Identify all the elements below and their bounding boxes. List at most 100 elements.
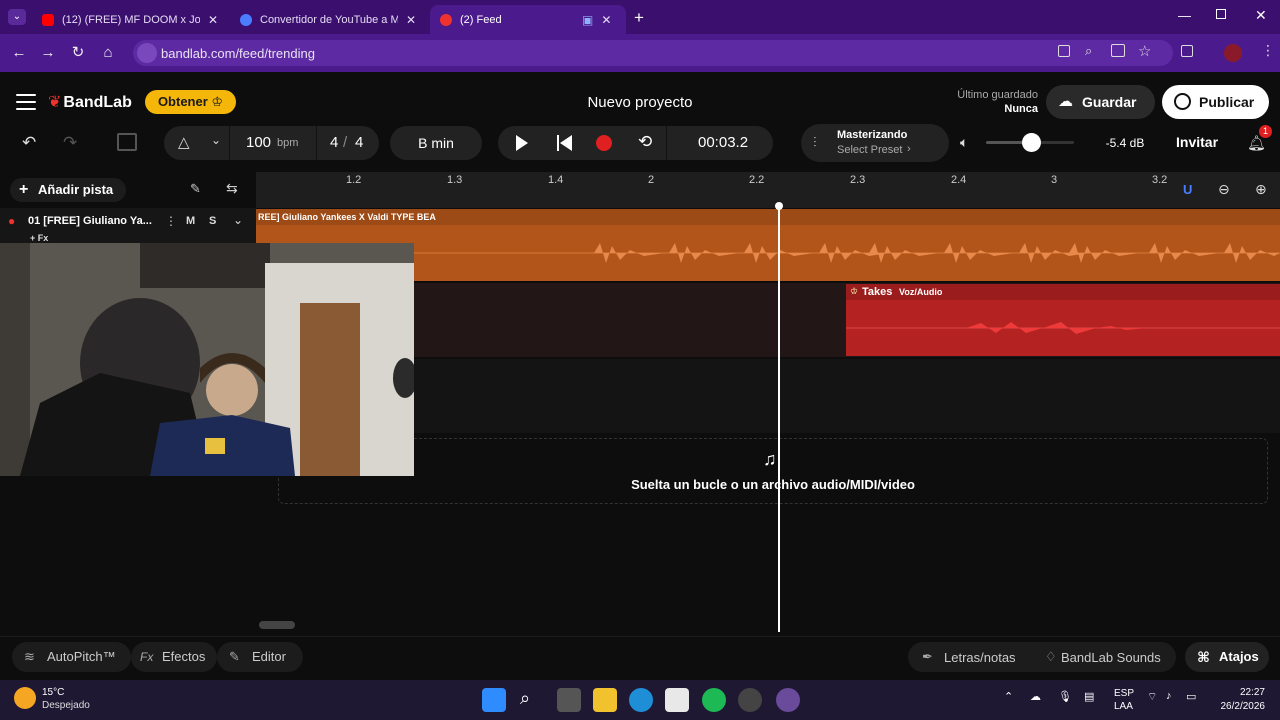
bookmark-star-icon[interactable]: ☆ — [1138, 42, 1151, 60]
chrome-icon[interactable] — [776, 688, 800, 712]
language-indicator[interactable]: ESP — [1114, 688, 1134, 699]
windows-start-icon[interactable] — [482, 688, 506, 712]
volume-tray-icon[interactable]: ♪ — [1166, 690, 1172, 702]
tab-bandlab-feed[interactable]: (2) Feed ▣ ✕ — [430, 5, 626, 34]
speaker-icon[interactable]: 🔈︎ — [960, 134, 968, 151]
reload-icon[interactable]: ↻ — [67, 42, 89, 64]
profile-avatar[interactable] — [1224, 44, 1242, 62]
loop-icon[interactable]: ⟲ — [638, 132, 652, 152]
skip-back-icon[interactable] — [557, 135, 559, 151]
divider — [666, 126, 667, 160]
edge-icon[interactable] — [629, 688, 653, 712]
track-lane-3[interactable] — [414, 359, 1280, 433]
bandlab-logo[interactable]: ❦ BandLab — [48, 92, 132, 112]
undo-icon[interactable]: ↶ — [22, 133, 36, 153]
drop-zone[interactable] — [278, 438, 1268, 504]
bandlab-sounds-button[interactable]: BandLab Sounds — [1061, 650, 1161, 665]
atajos-button[interactable]: ⌘ Atajos — [1185, 642, 1269, 672]
playhead-handle[interactable] — [775, 202, 783, 210]
reader-mode-icon[interactable] — [1058, 45, 1070, 57]
maximize-button[interactable] — [1216, 9, 1226, 19]
tab-converter[interactable]: Convertidor de YouTube a MP3 ✕ — [230, 5, 426, 34]
track-name[interactable]: 01 [FREE] Giuliano Ya... — [28, 215, 158, 227]
bpm-value[interactable]: 100 — [246, 134, 271, 151]
play-icon[interactable] — [516, 135, 528, 151]
url-text[interactable]: bandlab.com/feed/trending — [161, 46, 315, 61]
notification-badge: 1 — [1259, 125, 1272, 138]
track-menu-icon[interactable]: ⋮ — [165, 214, 177, 228]
add-fx-button[interactable]: + Fx — [30, 233, 48, 243]
volume-knob[interactable] — [1022, 133, 1041, 152]
close-icon[interactable]: ✕ — [208, 13, 218, 27]
letras-button[interactable]: Letras/notas — [944, 650, 1016, 665]
menu-kebab-icon[interactable]: ⋮ — [1261, 42, 1275, 59]
display-icon[interactable]: ▤ — [1084, 690, 1094, 703]
playhead[interactable] — [778, 206, 780, 632]
close-icon[interactable]: ✕ — [406, 13, 416, 27]
tab-youtube[interactable]: (12) (FREE) MF DOOM x Joey Ba ✕ — [32, 5, 228, 34]
install-app-icon[interactable] — [1111, 44, 1125, 57]
forward-icon[interactable]: → — [37, 42, 59, 64]
record-icon[interactable] — [596, 135, 612, 151]
tab-title: (2) Feed — [460, 13, 502, 26]
zoom-in-icon[interactable]: ⊕ — [1255, 181, 1267, 198]
time-sig-numerator[interactable]: 4 — [330, 134, 338, 151]
obtener-button[interactable]: Obtener ♔ — [145, 90, 236, 114]
clock-time[interactable]: 22:27 — [1205, 687, 1265, 698]
task-view-icon[interactable] — [557, 688, 581, 712]
bpm-unit: bpm — [277, 137, 299, 149]
battery-icon[interactable]: ▭ — [1186, 690, 1196, 703]
add-track-button[interactable]: + Añadir pista — [10, 178, 126, 202]
chevron-down-icon[interactable]: ⌄ — [233, 213, 243, 227]
new-tab-button[interactable]: + — [634, 8, 644, 28]
zoom-icon[interactable]: ⌕ — [1085, 43, 1092, 59]
horizontal-scrollbar[interactable] — [259, 621, 295, 629]
redo-icon[interactable]: ↷ — [63, 133, 77, 153]
clock-date[interactable]: 26/2/2026 — [1205, 701, 1266, 712]
store-icon[interactable] — [665, 688, 689, 712]
weather-icon[interactable] — [14, 687, 36, 709]
window-close-button[interactable]: ✕ — [1255, 7, 1267, 24]
chevron-up-icon[interactable]: ⌃ — [1004, 690, 1013, 703]
guardar-button[interactable]: ☁ Guardar — [1046, 85, 1155, 119]
mute-button[interactable]: M — [186, 215, 195, 227]
track-settings-icon[interactable]: ⇆ — [226, 180, 238, 197]
hamburger-menu-icon[interactable] — [16, 94, 36, 110]
publicar-button[interactable]: Publicar — [1162, 85, 1269, 119]
settings-gear-icon[interactable] — [738, 688, 762, 712]
chevron-down-icon[interactable]: ⌄ — [211, 133, 221, 147]
project-title[interactable]: Nuevo proyecto — [540, 94, 740, 111]
mastering-button[interactable]: ⫶ Masterizando Select Preset › — [801, 124, 949, 162]
minimize-button[interactable]: — — [1178, 8, 1191, 23]
automation-icon[interactable]: ✎ — [190, 181, 201, 197]
file-explorer-icon[interactable] — [593, 688, 617, 712]
mastering-preset: Select Preset — [837, 144, 903, 156]
invitar-button[interactable]: Invitar — [1176, 134, 1218, 150]
solo-button[interactable]: S — [209, 215, 216, 227]
snap-magnet-icon[interactable]: U — [1183, 182, 1192, 197]
home-icon[interactable]: ⌂ — [97, 42, 119, 64]
extensions-icon[interactable] — [1181, 45, 1193, 57]
autopitch-button[interactable]: ≋ AutoPitch™ — [12, 642, 131, 672]
tab-search-button[interactable]: ⌄ — [8, 9, 26, 25]
mastering-label: Masterizando — [837, 129, 908, 141]
metronome-icon[interactable]: △ — [178, 133, 190, 151]
cloud-icon[interactable]: ☁ — [1030, 690, 1041, 703]
time-sig-denominator[interactable]: 4 — [355, 134, 363, 151]
back-icon[interactable]: ← — [8, 42, 30, 64]
cast-icon[interactable]: ▣ — [582, 13, 593, 27]
spotify-icon[interactable] — [702, 688, 726, 712]
efectos-button[interactable]: Fx Efectos — [131, 642, 217, 672]
close-icon[interactable]: ✕ — [601, 13, 611, 27]
wifi-icon[interactable]: ⌔ — [1147, 690, 1157, 704]
timeline-ruler[interactable] — [256, 172, 1280, 208]
ruler-tick: 2.3 — [850, 174, 866, 186]
plus-icon: + — [19, 181, 29, 198]
microphone-tray-icon[interactable]: 🎙︎ — [1058, 690, 1072, 703]
editor-button[interactable]: ✎ Editor — [217, 642, 303, 672]
key-selector[interactable]: B min — [390, 126, 482, 160]
site-info-icon[interactable] — [137, 43, 157, 63]
search-icon[interactable]: ⌕ — [520, 688, 530, 709]
piano-icon[interactable] — [117, 133, 137, 151]
zoom-out-icon[interactable]: ⊖ — [1218, 181, 1230, 198]
